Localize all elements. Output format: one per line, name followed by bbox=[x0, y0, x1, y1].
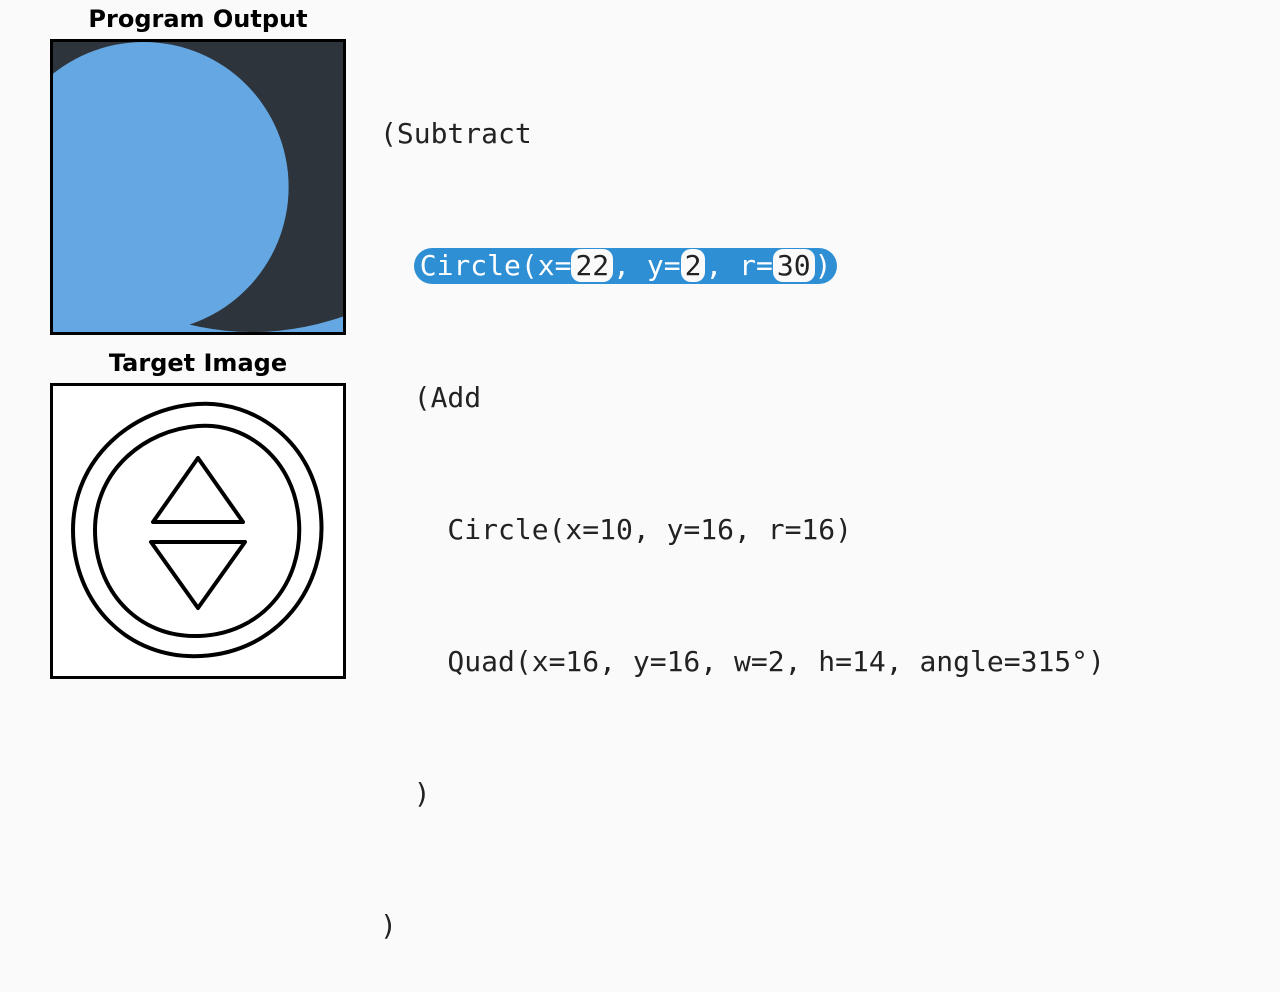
code-line-4: Circle(x=10, y=16, r=16) bbox=[380, 508, 1105, 552]
target-image-canvas bbox=[50, 383, 346, 679]
hl-mid1: , y= bbox=[613, 249, 680, 282]
target-title: Target Image bbox=[50, 349, 346, 377]
code-line-1: (Subtract bbox=[380, 112, 1105, 156]
code-line-6: ) bbox=[380, 772, 1105, 816]
code-line-3: (Add bbox=[380, 376, 1105, 420]
hl-y-value[interactable]: 2 bbox=[681, 249, 706, 282]
target-svg bbox=[53, 386, 343, 676]
output-title: Program Output bbox=[50, 5, 346, 33]
hl-r-value[interactable]: 30 bbox=[773, 249, 815, 282]
program-output-canvas bbox=[50, 39, 346, 335]
output-svg bbox=[53, 42, 343, 332]
code-block: (Subtract Circle(x=22, y=2, r=30) (Add C… bbox=[380, 24, 1105, 992]
code-line-2: Circle(x=22, y=2, r=30) bbox=[380, 244, 1105, 288]
hl-prefix: Circle(x= bbox=[420, 249, 572, 282]
hl-mid2: , r= bbox=[705, 249, 772, 282]
hl-suffix: ) bbox=[815, 249, 832, 282]
code-line-5: Quad(x=16, y=16, w=2, h=14, angle=315°) bbox=[380, 640, 1105, 684]
code-line-7: ) bbox=[380, 904, 1105, 948]
highlighted-expression[interactable]: Circle(x=22, y=2, r=30) bbox=[414, 248, 838, 284]
hl-x-value[interactable]: 22 bbox=[571, 249, 613, 282]
